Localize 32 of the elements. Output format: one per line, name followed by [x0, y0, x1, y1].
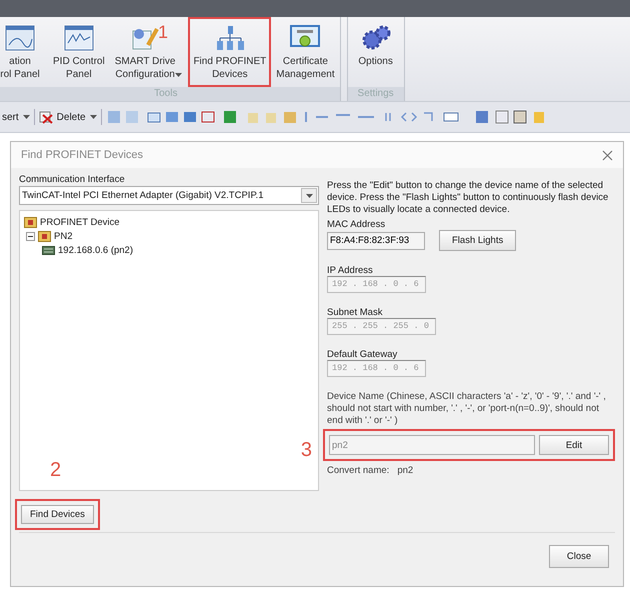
group-label: Settings	[348, 87, 404, 101]
field-label: MAC Address	[327, 219, 386, 230]
callout-number: 1	[158, 23, 168, 41]
interface-dropdown[interactable]: TwinCAT-Intel PCI Ethernet Adapter (Gigabit) V2.TCPIP.1	[19, 186, 319, 205]
ribbon-button[interactable]: Find PROFINET Devices	[188, 17, 272, 87]
help-text: Press the "Edit" button to change the device name of the selected device. Press the "Flash Lights" button to continuously flash device LEDs to visually locate a connected device.	[327, 180, 610, 216]
callout-number: 3	[300, 440, 312, 460]
ribbon-button[interactable]: Certificate Management	[271, 17, 340, 87]
field-label: Communication Interface	[19, 174, 125, 185]
dialog-title: Find PROFINET Devices	[21, 149, 144, 161]
tree-item[interactable]: PN2	[54, 230, 72, 242]
naming-rules-text: Device Name (Chinese, ASCII characters 'a' - 'z', '0' - '9', '.' and '-' , should not start with number, '.' , '-', or 'port-n(n=0..9)', should not end with '.' or '-' )	[327, 391, 607, 427]
find-devices-button[interactable]: Find Devices	[21, 505, 94, 524]
ribbon-button[interactable]: Options	[348, 17, 404, 87]
tree-item[interactable]: 192.168.0.6 (pn2)	[58, 244, 134, 256]
field-label: Subnet Mask	[327, 307, 382, 318]
flash-lights-button[interactable]: Flash Lights	[439, 230, 516, 251]
field-label: Default Gateway	[327, 349, 398, 360]
tree-item[interactable]: PROFINET Device	[40, 216, 120, 228]
group-label: Tools	[0, 87, 340, 101]
device-tree[interactable]: PROFINET Device PN2 192.168.0.6 (pn2) 2 3	[19, 210, 319, 491]
convert-name-value: pn2	[397, 465, 414, 476]
convert-name-label: Convert name:	[327, 465, 390, 476]
field-label: IP Address	[327, 265, 373, 276]
close-button[interactable]: Close	[549, 545, 609, 568]
ribbon-button[interactable]: ation rol Panel	[0, 17, 48, 87]
callout-number: 2	[50, 460, 62, 480]
toolbar-button[interactable]: sert	[2, 112, 19, 122]
toolbar-button[interactable]: Delete	[56, 112, 86, 122]
mac-address-field[interactable]: F8:A4:F8:82:3F:93	[327, 232, 425, 250]
edit-button[interactable]: Edit	[539, 435, 609, 455]
ribbon-button[interactable]: PID Control Panel	[48, 17, 110, 87]
